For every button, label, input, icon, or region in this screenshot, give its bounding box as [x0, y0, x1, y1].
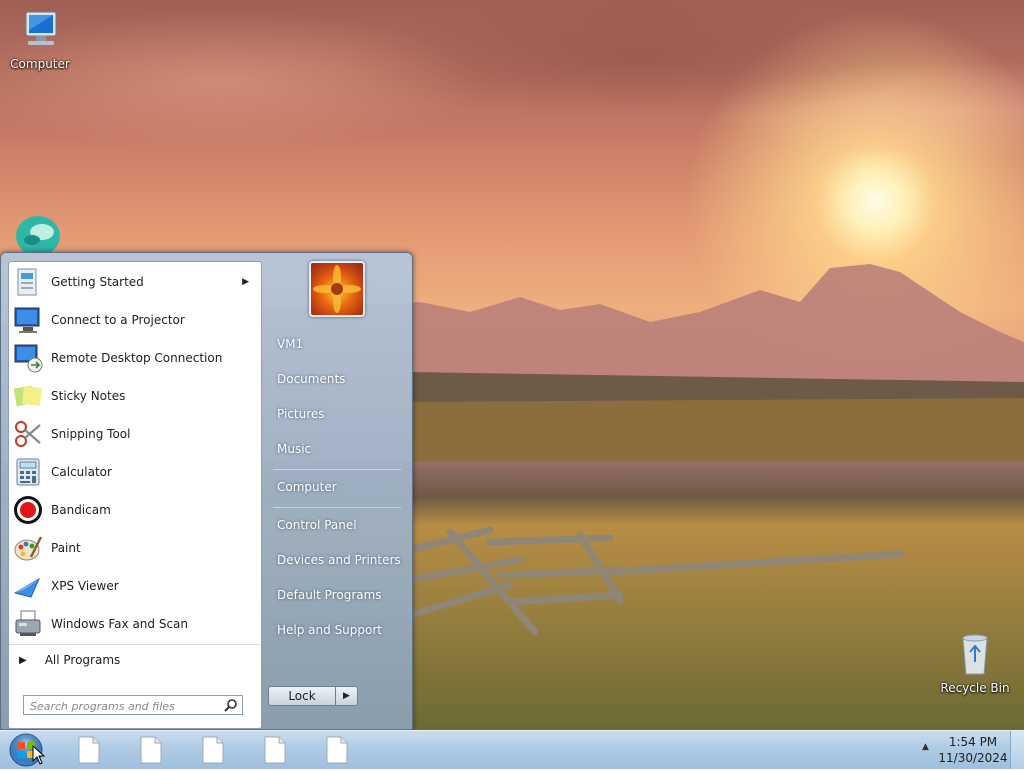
- program-label: Connect to a Projector: [51, 313, 185, 327]
- desktop-icon-label: Computer: [10, 57, 70, 71]
- program-getting-started[interactable]: Getting Started ▶: [11, 264, 259, 300]
- program-label: Getting Started: [51, 275, 144, 289]
- program-paint[interactable]: Paint: [11, 530, 259, 566]
- search-icon[interactable]: [224, 698, 238, 715]
- program-remote-desktop[interactable]: Remote Desktop Connection: [11, 340, 259, 376]
- start-menu: Getting Started ▶ Connect to a Projector…: [0, 252, 413, 730]
- place-user-folder[interactable]: VM1: [277, 337, 303, 351]
- recycle-bin-icon: [962, 634, 988, 675]
- program-label: Paint: [51, 541, 81, 555]
- program-calculator[interactable]: Calculator: [11, 454, 259, 490]
- system-clock[interactable]: 1:54 PM 11/30/2024: [936, 734, 1010, 766]
- submenu-arrow-icon: ▶: [242, 277, 249, 287]
- search-input[interactable]: [28, 697, 224, 715]
- program-label: Bandicam: [51, 503, 111, 517]
- xps-viewer-icon: [11, 570, 45, 602]
- taskbar: ▲ 1:54 PM 11/30/2024: [0, 730, 1024, 769]
- computer-desktop-icon[interactable]: Computer: [0, 8, 80, 71]
- flower-picture-icon: [313, 265, 361, 313]
- program-xps-viewer[interactable]: XPS Viewer: [11, 568, 259, 604]
- search-box[interactable]: [23, 695, 243, 715]
- program-snipping-tool[interactable]: Snipping Tool: [11, 416, 259, 452]
- fax-icon: [11, 608, 45, 640]
- paint-palette-icon: [11, 532, 45, 564]
- place-documents[interactable]: Documents: [277, 372, 345, 386]
- document-icon[interactable]: [77, 736, 101, 764]
- program-label: Windows Fax and Scan: [51, 617, 189, 631]
- projector-icon: [11, 304, 45, 336]
- program-label: XPS Viewer: [51, 579, 119, 593]
- place-computer[interactable]: Computer: [277, 480, 337, 494]
- all-programs-button[interactable]: ▶ All Programs: [9, 644, 261, 675]
- place-help-support[interactable]: Help and Support: [277, 623, 382, 637]
- document-icon[interactable]: [139, 736, 163, 764]
- mouse-cursor-icon: [32, 745, 46, 765]
- remote-desktop-icon: [11, 342, 45, 374]
- user-picture[interactable]: [309, 261, 365, 317]
- programs-pane: Getting Started ▶ Connect to a Projector…: [8, 261, 262, 729]
- place-devices-printers[interactable]: Devices and Printers: [277, 553, 401, 567]
- program-connect-projector[interactable]: Connect to a Projector: [11, 302, 259, 338]
- getting-started-icon: [11, 266, 45, 298]
- program-label: Remote Desktop Connection: [51, 351, 223, 365]
- all-programs-arrow-icon: ▶: [19, 654, 27, 666]
- program-sticky-notes[interactable]: Sticky Notes: [11, 378, 259, 414]
- document-icon[interactable]: [201, 736, 225, 764]
- place-music[interactable]: Music: [277, 442, 311, 456]
- globe-app-icon: [16, 216, 60, 256]
- recycle-bin-desktop-icon[interactable]: Recycle Bin: [935, 632, 1015, 695]
- document-icon[interactable]: [325, 736, 349, 764]
- lock-button[interactable]: Lock: [268, 686, 336, 706]
- program-fax-and-scan[interactable]: Windows Fax and Scan: [11, 606, 259, 642]
- wooden-fence: [410, 526, 904, 636]
- program-label: Calculator: [51, 465, 112, 479]
- all-programs-label: All Programs: [44, 653, 121, 667]
- clock-date: 11/30/2024: [938, 751, 1008, 765]
- desktop-icon-label: Recycle Bin: [940, 681, 1010, 695]
- show-hidden-icons-chevron-icon[interactable]: ▲: [922, 742, 929, 752]
- power-options-arrow-icon[interactable]: ▶: [336, 686, 358, 706]
- sticky-notes-icon: [11, 380, 45, 412]
- separator: [273, 507, 401, 508]
- show-desktop-button[interactable]: [1010, 731, 1024, 769]
- places-pane: VM1 Documents Pictures Music Computer Co…: [261, 253, 411, 729]
- place-control-panel[interactable]: Control Panel: [277, 518, 357, 532]
- clock-time: 1:54 PM: [948, 735, 998, 749]
- scissors-icon: [11, 418, 45, 450]
- document-icon[interactable]: [263, 736, 287, 764]
- bandicam-icon: [11, 494, 45, 526]
- program-label: Sticky Notes: [51, 389, 126, 403]
- place-default-programs[interactable]: Default Programs: [277, 588, 382, 602]
- partial-desktop-icon[interactable]: [14, 214, 64, 256]
- program-bandicam[interactable]: Bandicam: [11, 492, 259, 528]
- computer-icon: [25, 11, 57, 45]
- separator: [273, 469, 401, 470]
- program-label: Snipping Tool: [51, 427, 131, 441]
- place-pictures[interactable]: Pictures: [277, 407, 325, 421]
- calculator-icon: [11, 456, 45, 488]
